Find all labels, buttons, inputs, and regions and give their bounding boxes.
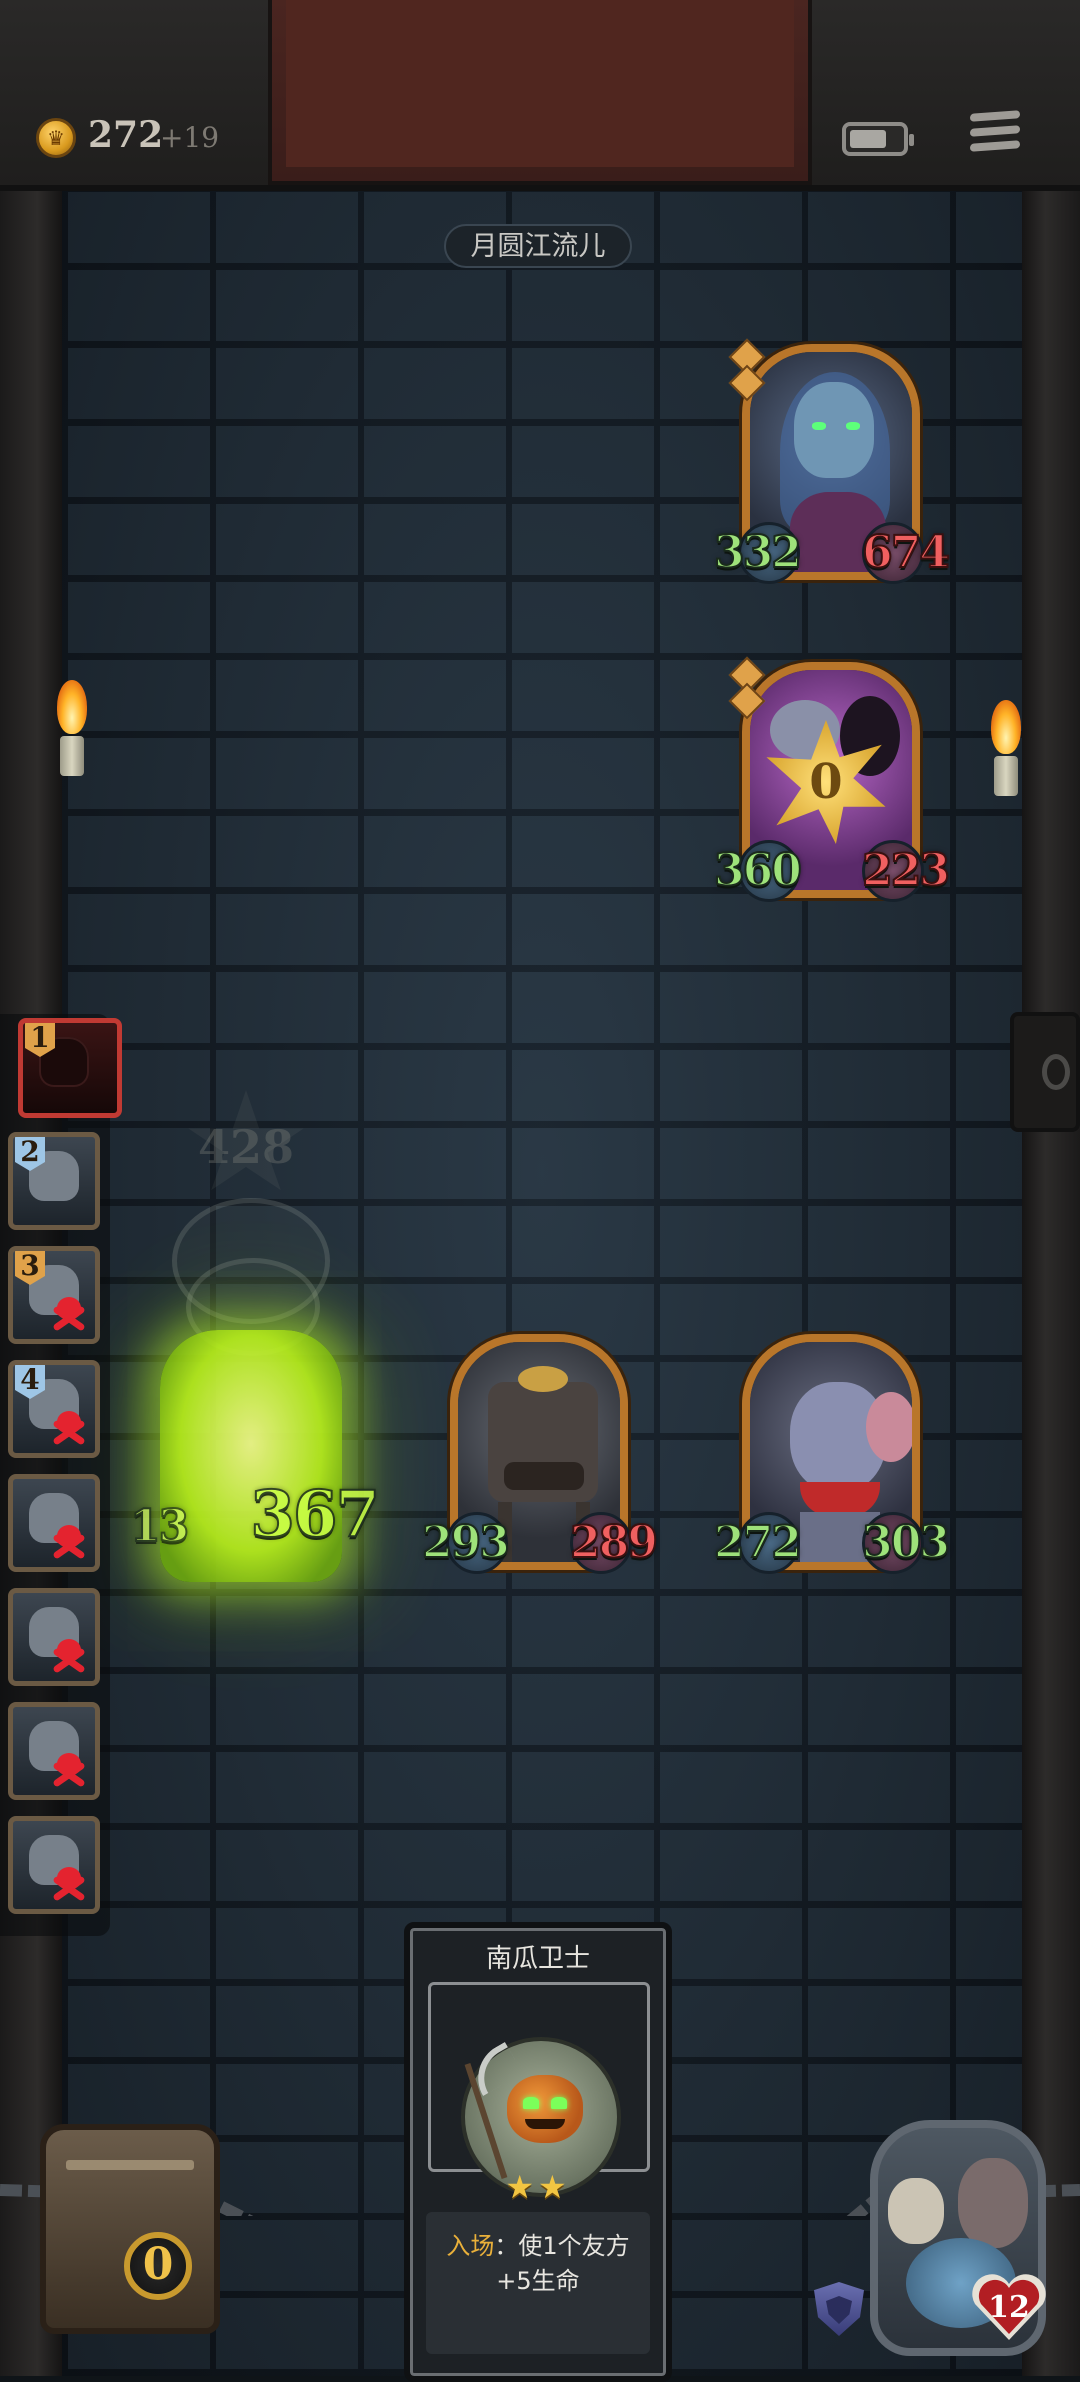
chest-icon[interactable] bbox=[40, 2124, 220, 2334]
roster-slot[interactable]: 4 bbox=[8, 1360, 100, 1458]
unit-card[interactable]: 南瓜卫士 ★★ 入场：使1个友方 +5生命 bbox=[404, 1922, 672, 2382]
chest-count: 0 bbox=[124, 2232, 192, 2300]
flame-icon bbox=[991, 700, 1021, 754]
roster-slot[interactable] bbox=[8, 1702, 100, 1800]
roster-slot[interactable] bbox=[8, 1588, 100, 1686]
torch-left bbox=[50, 680, 94, 776]
gold-amount: 272 bbox=[88, 114, 164, 156]
skull-icon bbox=[49, 1293, 89, 1333]
enemy-unit-2[interactable]: 0 360 223 bbox=[713, 656, 951, 902]
card-desc-line2: +5生命 bbox=[496, 2267, 580, 2295]
right-pillar bbox=[1022, 0, 1080, 2376]
card-description: 入场：使1个友方 +5生命 bbox=[426, 2212, 650, 2354]
gold-income: +19 bbox=[160, 121, 220, 154]
player-unit-2[interactable]: 272 303 bbox=[713, 1334, 951, 1574]
door-handle-icon bbox=[1010, 1012, 1080, 1132]
unit-health: 223 bbox=[861, 844, 951, 897]
skull-icon bbox=[49, 1521, 89, 1561]
unit-health: 289 bbox=[569, 1516, 659, 1569]
enemy-unit-1[interactable]: 332 674 bbox=[713, 338, 951, 584]
menu-icon[interactable] bbox=[970, 110, 1020, 158]
card-stars: ★★ bbox=[505, 2168, 571, 2206]
coin-icon: ♛ bbox=[36, 118, 76, 158]
roster-slot[interactable] bbox=[8, 1474, 100, 1572]
roster-slot[interactable] bbox=[8, 1816, 100, 1914]
flame-icon bbox=[57, 680, 87, 734]
skull-icon bbox=[49, 1749, 89, 1789]
unit-attack: 13 bbox=[129, 1500, 190, 1553]
skull-icon bbox=[49, 1635, 89, 1675]
unit-attack: 332 bbox=[713, 526, 803, 579]
player-unit-1[interactable]: 293 289 bbox=[421, 1334, 659, 1574]
card-name: 南瓜卫士 bbox=[485, 1944, 590, 1974]
card-portrait-frame bbox=[428, 1982, 650, 2197]
unit-health: 674 bbox=[861, 526, 951, 579]
roster-slot[interactable]: 3 bbox=[8, 1246, 100, 1344]
location-label: 月圆江流儿 bbox=[444, 224, 632, 268]
roster-slot[interactable]: 2 bbox=[8, 1132, 100, 1230]
roster-slot[interactable]: 1 bbox=[18, 1018, 122, 1118]
card-desc-text: ：使1个友方 bbox=[494, 2232, 630, 2260]
skull-icon bbox=[49, 1863, 89, 1903]
unit-health: 367 bbox=[249, 1476, 381, 1553]
unit-attack: 360 bbox=[713, 844, 803, 897]
attacking-unit[interactable]: 13 367 bbox=[129, 1330, 381, 1582]
skull-icon bbox=[49, 1407, 89, 1447]
unit-attack: 272 bbox=[713, 1516, 803, 1569]
ghost-value: 428 bbox=[198, 1120, 295, 1174]
top-banner bbox=[268, 0, 812, 185]
battery-icon bbox=[842, 122, 914, 156]
torch-right bbox=[984, 700, 1028, 796]
top-bar bbox=[0, 0, 1080, 191]
unit-attack: 293 bbox=[421, 1516, 511, 1569]
card-desc-label: 入场 bbox=[446, 2232, 495, 2260]
unit-health: 303 bbox=[861, 1516, 951, 1569]
pumpkin-icon bbox=[507, 2075, 583, 2143]
